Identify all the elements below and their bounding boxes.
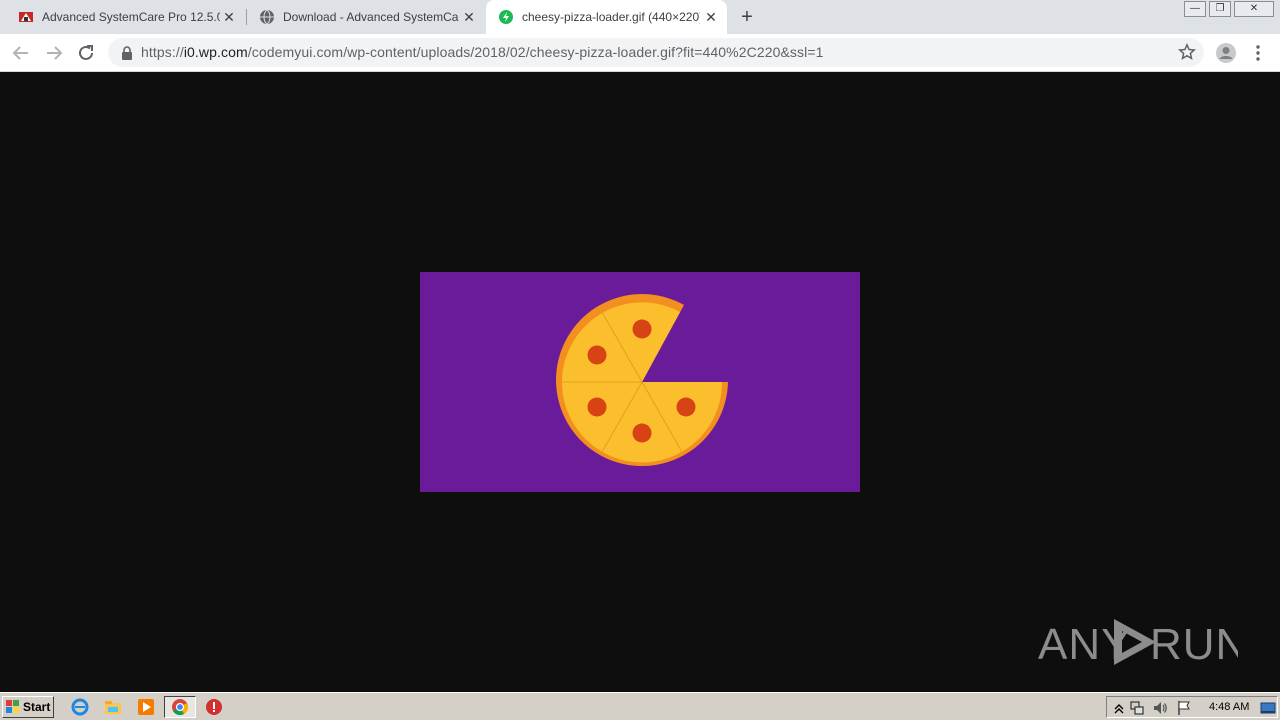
- tab-cheesy-pizza-loader[interactable]: cheesy-pizza-loader.gif (440×220) ✕: [486, 0, 727, 34]
- lock-icon[interactable]: [120, 46, 134, 60]
- window-close-button[interactable]: ✕: [1234, 1, 1274, 17]
- close-icon[interactable]: ✕: [461, 9, 477, 25]
- back-arrow-icon[interactable]: [10, 42, 32, 64]
- new-tab-button[interactable]: +: [737, 7, 757, 27]
- page-viewport: ANY RUN: [0, 72, 1280, 692]
- windows-flag-icon: [6, 700, 19, 713]
- network-icon[interactable]: [1129, 700, 1145, 716]
- systemcare-icon: [19, 12, 33, 22]
- url-scheme: https://: [141, 44, 184, 60]
- taskbar-clock[interactable]: 4:48 AM: [1209, 701, 1249, 713]
- tab-download-systemcare[interactable]: Download - Advanced SystemCare P ✕: [247, 0, 485, 34]
- tab-title: cheesy-pizza-loader.gif (440×220): [522, 10, 700, 24]
- reload-icon[interactable]: [75, 42, 97, 64]
- url-host: i0.wp.com: [183, 44, 248, 60]
- show-hidden-icons-icon[interactable]: [1111, 700, 1127, 716]
- tab-title: Advanced SystemCare Pro 12.5.0.35: [42, 10, 220, 24]
- media-player-icon[interactable]: [137, 698, 155, 716]
- address-bar[interactable]: https://i0.wp.com/codemyui.com/wp-conten…: [108, 38, 1204, 67]
- globe-icon: [260, 9, 274, 25]
- show-desktop-icon[interactable]: [1260, 700, 1276, 716]
- green-favicon-icon: [499, 10, 513, 24]
- start-label: Start: [23, 700, 51, 714]
- file-explorer-icon[interactable]: [104, 698, 122, 716]
- pizza-icon: [556, 294, 728, 467]
- kebab-menu-icon[interactable]: [1250, 42, 1266, 64]
- browser-toolbar: https://i0.wp.com/codemyui.com/wp-conten…: [0, 34, 1280, 72]
- windows-taskbar: Start 4:48 AM: [0, 692, 1280, 720]
- close-icon[interactable]: ✕: [221, 9, 237, 25]
- security-app-icon[interactable]: [205, 698, 223, 716]
- url-path: /codemyui.com/wp-content/uploads/2018/02…: [247, 44, 824, 60]
- tab-title: Download - Advanced SystemCare P: [283, 10, 459, 24]
- chrome-icon: [172, 699, 189, 716]
- volume-icon[interactable]: [1152, 700, 1168, 716]
- action-center-flag-icon[interactable]: [1176, 700, 1192, 716]
- minimize-button[interactable]: —: [1184, 1, 1206, 17]
- pizza-loader-image: [420, 272, 860, 492]
- forward-arrow-icon[interactable]: [43, 42, 65, 64]
- profile-avatar-icon[interactable]: [1215, 42, 1237, 64]
- close-icon[interactable]: ✕: [703, 9, 719, 25]
- url-text[interactable]: https://i0.wp.com/codemyui.com/wp-conten…: [141, 44, 824, 60]
- anyrun-watermark-logo: ANY RUN: [1038, 619, 1238, 669]
- chrome-taskbar-button[interactable]: [164, 696, 196, 718]
- restore-button[interactable]: ❐: [1209, 1, 1231, 17]
- svg-text:RUN: RUN: [1150, 620, 1238, 669]
- start-button[interactable]: Start: [2, 696, 54, 718]
- system-tray: 4:48 AM: [1106, 696, 1278, 718]
- bookmark-star-icon[interactable]: [1178, 43, 1196, 61]
- tab-strip: Advanced SystemCare Pro 12.5.0.35 ✕ Down…: [0, 0, 1280, 34]
- tab-advanced-systemcare[interactable]: Advanced SystemCare Pro 12.5.0.35 ✕: [0, 0, 245, 34]
- internet-explorer-icon[interactable]: [71, 698, 89, 716]
